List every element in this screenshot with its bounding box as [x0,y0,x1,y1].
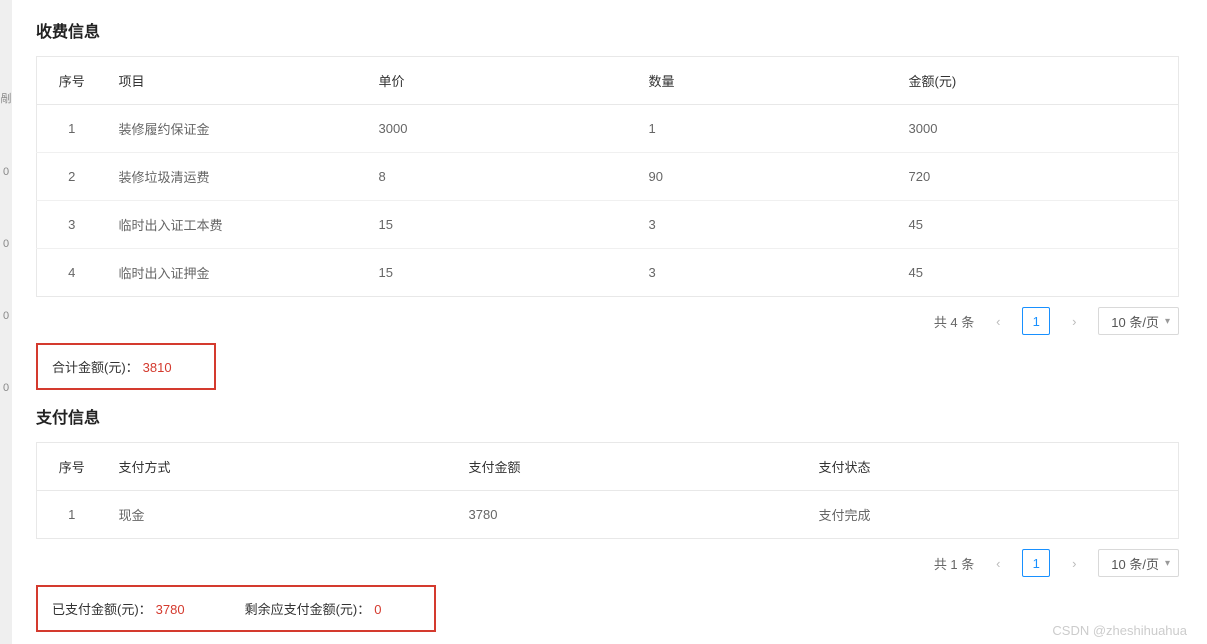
cell-idx: 4 [37,249,107,297]
pagesize-label: 10 条/页 [1111,312,1159,331]
table-row: 3 临时出入证工本费 15 3 45 [37,201,1179,249]
cell-idx: 1 [37,491,107,539]
table-row: 4 临时出入证押金 15 3 45 [37,249,1179,297]
cell-qty: 1 [637,105,897,153]
remain-label: 剩余应支付金额(元)： [245,602,371,617]
cell-amt: 45 [897,249,1179,297]
section-title-fee: 收费信息 [36,18,1179,42]
fee-table: 序号 项目 单价 数量 金额(元) 1 装修履约保证金 3000 1 3000 … [36,56,1179,297]
cell-price: 15 [367,249,637,297]
cell-price: 8 [367,153,637,201]
chevron-right-icon: › [1072,556,1076,571]
paid-remaining-box: 已支付金额(元)： 3780 剩余应支付金额(元)：0 [36,585,436,632]
table-row: 2 装修垃圾清运费 8 90 720 [37,153,1179,201]
pay-table: 序号 支付方式 支付金额 支付状态 1 现金 3780 支付完成 [36,442,1179,539]
th-amt: 金额(元) [897,57,1179,105]
th-idx: 序号 [37,57,107,105]
cell-qty: 3 [637,201,897,249]
cell-qty: 90 [637,153,897,201]
total-label: 合计金额(元)： [52,360,139,375]
next-page-button[interactable]: › [1060,307,1088,335]
cell-item: 临时出入证工本费 [107,201,367,249]
strip-char: 0 [3,382,9,394]
cell-price: 15 [367,201,637,249]
chevron-right-icon: › [1072,314,1076,329]
strip-char: 剮 [1,90,12,106]
cell-amt: 45 [897,201,1179,249]
strip-char: 0 [3,310,9,322]
pagesize-select[interactable]: 10 条/页 ▾ [1098,307,1179,335]
th-item: 项目 [107,57,367,105]
pagination-total: 共 4 条 [934,312,974,331]
th-qty: 数量 [637,57,897,105]
cell-qty: 3 [637,249,897,297]
watermark: CSDN @zheshihuahua [1052,623,1187,638]
cell-status: 支付完成 [807,491,1179,539]
cell-price: 3000 [367,105,637,153]
total-value: 3810 [143,360,172,375]
cell-idx: 2 [37,153,107,201]
chevron-left-icon: ‹ [996,314,1000,329]
pagesize-label: 10 条/页 [1111,554,1159,573]
strip-char: 0 [3,238,9,250]
cell-amt: 3000 [897,105,1179,153]
pagesize-select[interactable]: 10 条/页 ▾ [1098,549,1179,577]
page-number-button[interactable]: 1 [1022,549,1050,577]
prev-page-button[interactable]: ‹ [984,549,1012,577]
section-title-pay: 支付信息 [36,404,1179,428]
cell-amt: 720 [897,153,1179,201]
next-page-button[interactable]: › [1060,549,1088,577]
pagination-total: 共 1 条 [934,554,974,573]
cell-amt: 3780 [457,491,807,539]
table-row: 1 现金 3780 支付完成 [37,491,1179,539]
th-status: 支付状态 [807,443,1179,491]
cell-item: 装修垃圾清运费 [107,153,367,201]
paid-value: 3780 [156,602,185,617]
chevron-down-icon: ▾ [1165,316,1170,327]
pay-pagination: 共 1 条 ‹ 1 › 10 条/页 ▾ [36,549,1179,577]
total-amount-box: 合计金额(元)： 3810 [36,343,216,390]
remain-value: 0 [374,602,381,617]
strip-char: 0 [3,166,9,178]
chevron-down-icon: ▾ [1165,558,1170,569]
cell-method: 现金 [107,491,457,539]
page-number-button[interactable]: 1 [1022,307,1050,335]
th-price: 单价 [367,57,637,105]
cell-item: 临时出入证押金 [107,249,367,297]
th-idx: 序号 [37,443,107,491]
prev-page-button[interactable]: ‹ [984,307,1012,335]
sidebar-scrollbar-area: 剮 0 0 0 0 [0,0,12,644]
fee-pagination: 共 4 条 ‹ 1 › 10 条/页 ▾ [36,307,1179,335]
paid-label: 已支付金额(元)： [52,602,152,617]
th-amt: 支付金额 [457,443,807,491]
cell-idx: 1 [37,105,107,153]
cell-item: 装修履约保证金 [107,105,367,153]
table-row: 1 装修履约保证金 3000 1 3000 [37,105,1179,153]
cell-idx: 3 [37,201,107,249]
chevron-left-icon: ‹ [996,556,1000,571]
th-method: 支付方式 [107,443,457,491]
